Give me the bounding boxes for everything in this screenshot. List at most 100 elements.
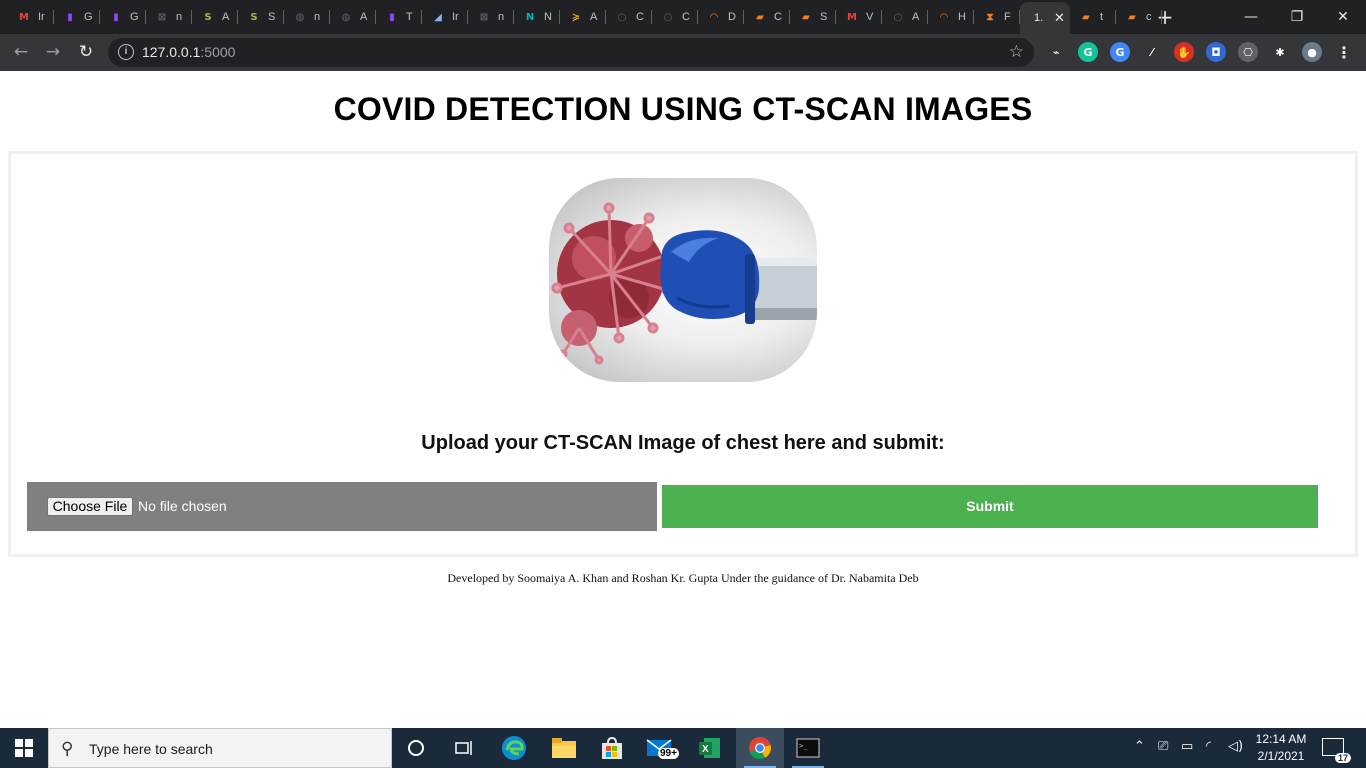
excel-icon[interactable]: X	[686, 728, 734, 768]
tab-title: 1.	[1034, 12, 1044, 24]
store-bag-icon	[602, 736, 622, 759]
clock-time: 12:14 AM	[1255, 732, 1307, 746]
browser-tab[interactable]: ≽ A	[560, 4, 606, 30]
task-view-icon[interactable]	[440, 728, 488, 768]
forward-button[interactable]: →	[41, 40, 65, 64]
pen-icon[interactable]: ⁄	[1142, 42, 1162, 62]
browser-tab[interactable]: ▮ T	[376, 4, 422, 30]
browser-tab[interactable]: ⧗ F	[974, 4, 1020, 30]
browser-tab[interactable]: SS	[238, 4, 284, 30]
box-icon: ⊠	[157, 11, 167, 23]
close-tab-icon[interactable]: ✕	[1054, 11, 1065, 26]
browser-tab[interactable]: ◢ Ir	[422, 4, 468, 30]
browser-tab[interactable]: ○ C	[652, 4, 698, 30]
translate-icon[interactable]: G	[1110, 42, 1130, 62]
notification-center-icon[interactable]: 17	[1322, 738, 1351, 763]
tab-title: C	[682, 11, 690, 23]
tray-chevron-icon[interactable]: ⌃	[1134, 739, 1145, 754]
hero-illustration	[551, 202, 817, 365]
browser-tab[interactable]: NN	[514, 4, 560, 30]
url-port: :5000	[200, 44, 236, 60]
browser-tab[interactable]: ◍ n	[284, 4, 330, 30]
minimize-button[interactable]: —	[1228, 0, 1274, 34]
browser-tab[interactable]: ▰ S	[790, 4, 836, 30]
extension-mask-icon[interactable]: ⌁	[1046, 42, 1066, 62]
windows-logo-icon	[15, 739, 33, 757]
browser-tab[interactable]: ▰ t	[1070, 4, 1116, 30]
browser-tab[interactable]: M Ir	[8, 4, 54, 30]
screen-icon[interactable]: ◘	[1206, 42, 1226, 62]
browser-tab[interactable]: ◠ H	[928, 4, 974, 30]
n-brand-icon: N	[525, 11, 535, 23]
start-button[interactable]	[0, 728, 48, 768]
adblock-icon[interactable]: ✋	[1174, 42, 1194, 62]
browser-tab[interactable]: SA	[192, 4, 238, 30]
back-button[interactable]: ←	[9, 40, 33, 64]
browser-tab[interactable]: ◍ A	[330, 4, 376, 30]
browser-tab[interactable]: ▰ C	[744, 4, 790, 30]
browser-tab[interactable]: ◠ D	[698, 4, 744, 30]
browser-tab[interactable]: ○ A	[882, 4, 928, 30]
tab-title: Ir	[38, 11, 45, 23]
gmail-icon: M	[19, 11, 29, 23]
address-bar[interactable]: i 127.0.0.1:5000 ☆	[108, 38, 1034, 67]
tab-title: A	[590, 11, 598, 23]
store-icon[interactable]	[588, 728, 636, 768]
tab-title: H	[958, 11, 966, 23]
file-input-area[interactable]: Choose File No file chosen	[27, 482, 657, 531]
menu-kebab-icon[interactable]: ⋮	[1334, 42, 1354, 62]
bookmark-star-icon[interactable]: ☆	[1009, 42, 1024, 62]
edge-icon[interactable]	[490, 728, 538, 768]
meet-now-icon[interactable]: ⎚	[1158, 739, 1168, 754]
tab-title: V	[866, 11, 874, 23]
edge-logo-icon	[502, 736, 526, 760]
mail-icon[interactable]: 99+	[636, 728, 684, 768]
hex-icon[interactable]: ⎔	[1238, 42, 1258, 62]
submit-button[interactable]: Submit	[662, 485, 1318, 528]
info-icon[interactable]: i	[118, 44, 134, 60]
choose-file-button[interactable]: Choose File	[47, 497, 133, 516]
close-window-button[interactable]: ✕	[1320, 0, 1366, 34]
tab-title: C	[774, 11, 782, 23]
browser-tab[interactable]: MV	[836, 4, 882, 30]
browser-tab[interactable]: ▮ G	[100, 4, 146, 30]
grammarly-icon[interactable]: G	[1078, 42, 1098, 62]
tab-title: N	[544, 11, 552, 23]
cortana-circle-icon	[408, 740, 424, 756]
tab-title: G	[130, 11, 138, 23]
footer-credits: Developed by Soomaiya A. Khan and Roshan…	[447, 571, 919, 585]
browser-tab[interactable]: ⊠ n	[146, 4, 192, 30]
tab-title: D	[728, 11, 736, 23]
mail-badge: 99+	[658, 748, 679, 759]
svg-text:>_: >_	[799, 742, 808, 750]
tab-title: t	[1100, 11, 1104, 23]
gmail-icon: M	[847, 11, 857, 23]
cortana-icon[interactable]	[392, 728, 440, 768]
browser-tab[interactable]: ○ C	[606, 4, 652, 30]
chrome-taskbar-icon[interactable]	[736, 728, 784, 768]
svg-text:X: X	[702, 744, 709, 755]
reload-button[interactable]: ↻	[74, 40, 98, 64]
taskbar-search-box[interactable]: ⚲ Type here to search	[48, 728, 392, 768]
volume-icon[interactable]: ◁)	[1228, 739, 1243, 754]
restore-button[interactable]: ❐	[1274, 0, 1320, 34]
browser-tab[interactable]: ▰ c	[1116, 4, 1162, 30]
battery-icon[interactable]: ▭	[1181, 739, 1193, 754]
twitch-icon: ▮	[389, 11, 395, 23]
wifi-icon[interactable]: ◜	[1206, 739, 1211, 754]
browser-tab-active[interactable]: 1. ✕	[1020, 2, 1070, 34]
profile-avatar[interactable]: ●	[1302, 42, 1322, 62]
tab-title: A	[222, 11, 230, 23]
book-icon: ▰	[1082, 11, 1090, 23]
cmd-window-icon: >_	[796, 738, 820, 758]
file-explorer-icon[interactable]	[540, 728, 588, 768]
terminal-icon[interactable]: >_	[784, 728, 832, 768]
browser-tab-strip: + — ❐ ✕ M Ir ▮ G ▮ G ⊠ n S A S S ◍ n ◍ A ▮ T ◢ Ir ⊠ n N N ≽ A ○ C ○ C…	[0, 0, 1366, 34]
arc-icon: ◠	[710, 11, 718, 23]
puzzle-icon[interactable]: ✱	[1270, 42, 1290, 62]
system-clock[interactable]: 12:14 AM 2/1/2021	[1246, 731, 1316, 765]
browser-tab[interactable]: ⊠ n	[468, 4, 514, 30]
browser-tab[interactable]: ▮ G	[54, 4, 100, 30]
tab-title: n	[314, 11, 321, 23]
tab-title: S	[820, 11, 828, 23]
